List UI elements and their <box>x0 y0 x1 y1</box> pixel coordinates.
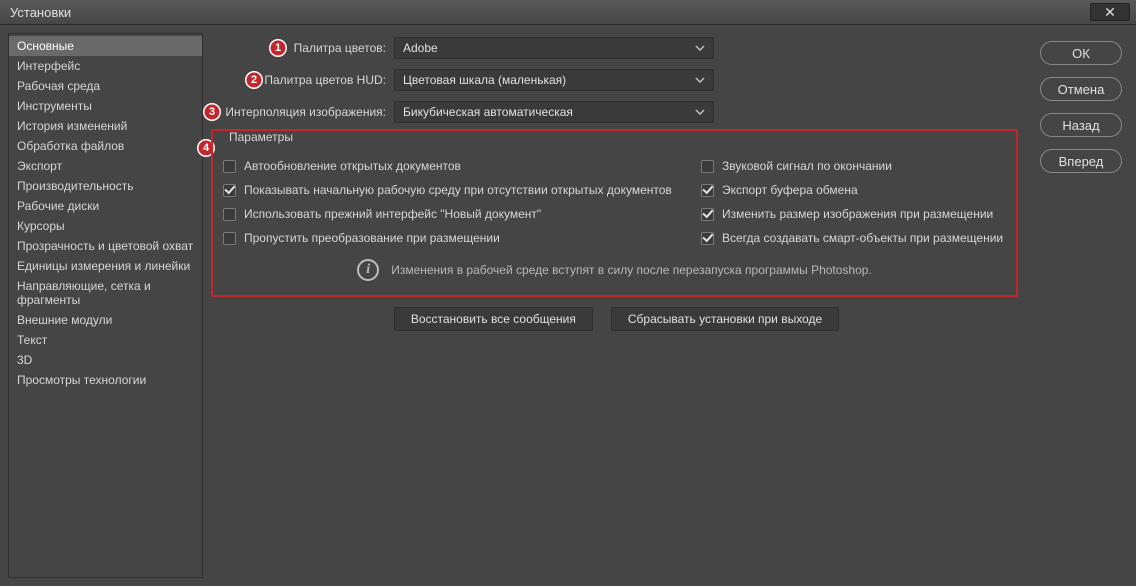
preferences-window: Установки ✕ Основные Интерфейс Рабочая с… <box>0 0 1136 586</box>
checkbox-smart-objects[interactable] <box>701 232 714 245</box>
label-resize-on-place: Изменить размер изображения при размещен… <box>722 207 993 221</box>
cancel-button[interactable]: Отмена <box>1040 77 1122 101</box>
opt-legacy-new-doc[interactable]: Использовать прежний интерфейс "Новый до… <box>223 207 701 221</box>
window-title: Установки <box>6 5 1090 20</box>
reset-on-quit-button[interactable]: Сбрасывать установки при выходе <box>611 307 839 331</box>
checkbox-show-start[interactable] <box>223 184 236 197</box>
label-beep: Звуковой сигнал по окончании <box>722 159 892 173</box>
label-show-start: Показывать начальную рабочую среду при о… <box>244 183 672 197</box>
opt-auto-update[interactable]: Автообновление открытых документов <box>223 159 701 173</box>
bottom-buttons: Восстановить все сообщения Сбрасывать ус… <box>209 307 1024 331</box>
sidebar-item-type[interactable]: Текст <box>9 330 202 350</box>
fieldset-legend: Параметры <box>225 130 297 144</box>
right-button-column: ОК Отмена Назад Вперед <box>1034 33 1128 578</box>
label-hud-color-picker: Палитра цветов HUD: <box>209 73 394 87</box>
chevron-down-icon <box>695 77 705 83</box>
dropdown-color-picker-value: Adobe <box>403 41 438 55</box>
checkbox-resize-on-place[interactable] <box>701 208 714 221</box>
opt-beep[interactable]: Звуковой сигнал по окончании <box>701 159 1006 173</box>
sidebar-item-interface[interactable]: Интерфейс <box>9 56 202 76</box>
dropdown-hud-color-picker-value: Цветовая шкала (маленькая) <box>403 73 566 87</box>
close-icon: ✕ <box>1104 5 1116 19</box>
label-color-picker: Палитра цветов: <box>209 41 394 55</box>
info-text: Изменения в рабочей среде вступят в силу… <box>391 263 872 277</box>
info-icon: i <box>357 259 379 281</box>
titlebar[interactable]: Установки ✕ <box>0 0 1136 25</box>
sidebar-item-workspace[interactable]: Рабочая среда <box>9 76 202 96</box>
opt-export-clipboard[interactable]: Экспорт буфера обмена <box>701 183 1006 197</box>
dropdown-hud-color-picker[interactable]: Цветовая шкала (маленькая) <box>394 69 714 91</box>
sidebar: Основные Интерфейс Рабочая среда Инструм… <box>8 33 203 578</box>
sidebar-item-3d[interactable]: 3D <box>9 350 202 370</box>
checkbox-col-right: Звуковой сигнал по окончании Экспорт буф… <box>701 149 1006 245</box>
checkbox-auto-update[interactable] <box>223 160 236 173</box>
sidebar-item-transparency-gamut[interactable]: Прозрачность и цветовой охват <box>9 236 202 256</box>
sidebar-item-performance[interactable]: Производительность <box>9 176 202 196</box>
row-color-picker: 1 Палитра цветов: Adobe <box>209 37 1024 59</box>
sidebar-item-units-rulers[interactable]: Единицы измерения и линейки <box>9 256 202 276</box>
checkbox-legacy-new-doc[interactable] <box>223 208 236 221</box>
annotation-marker-3: 3 <box>203 103 221 121</box>
content-area: Основные Интерфейс Рабочая среда Инструм… <box>0 25 1136 586</box>
sidebar-item-history[interactable]: История изменений <box>9 116 202 136</box>
sidebar-item-file-handling[interactable]: Обработка файлов <box>9 136 202 156</box>
ok-button[interactable]: ОК <box>1040 41 1122 65</box>
dropdown-color-picker[interactable]: Adobe <box>394 37 714 59</box>
sidebar-item-scratch-disks[interactable]: Рабочие диски <box>9 196 202 216</box>
label-legacy-new-doc: Использовать прежний интерфейс "Новый до… <box>244 207 541 221</box>
opt-resize-on-place[interactable]: Изменить размер изображения при размещен… <box>701 207 1006 221</box>
info-row: i Изменения в рабочей среде вступят в си… <box>223 259 1006 281</box>
dropdown-image-interpolation[interactable]: Бикубическая автоматическая <box>394 101 714 123</box>
opt-skip-transform[interactable]: Пропустить преобразование при размещении <box>223 231 701 245</box>
row-hud-color-picker: 2 Палитра цветов HUD: Цветовая шкала (ма… <box>209 69 1024 91</box>
chevron-down-icon <box>695 109 705 115</box>
label-export-clipboard: Экспорт буфера обмена <box>722 183 858 197</box>
reset-dialogs-button[interactable]: Восстановить все сообщения <box>394 307 593 331</box>
next-button[interactable]: Вперед <box>1040 149 1122 173</box>
sidebar-item-tech-previews[interactable]: Просмотры технологии <box>9 370 202 390</box>
chevron-down-icon <box>695 45 705 51</box>
options-fieldset: Параметры Автообновление открытых докуме… <box>211 129 1018 297</box>
annotation-marker-2: 2 <box>245 71 263 89</box>
sidebar-item-plugins[interactable]: Внешние модули <box>9 310 202 330</box>
dropdown-image-interpolation-value: Бикубическая автоматическая <box>403 105 573 119</box>
checkbox-export-clipboard[interactable] <box>701 184 714 197</box>
close-button[interactable]: ✕ <box>1090 3 1130 21</box>
prev-button[interactable]: Назад <box>1040 113 1122 137</box>
main-panel: 1 Палитра цветов: Adobe 2 Палитра цветов… <box>207 33 1030 578</box>
label-auto-update: Автообновление открытых документов <box>244 159 461 173</box>
sidebar-item-cursors[interactable]: Курсоры <box>9 216 202 236</box>
sidebar-item-tools[interactable]: Инструменты <box>9 96 202 116</box>
checkbox-columns: Автообновление открытых документов Показ… <box>223 141 1006 245</box>
annotation-marker-1: 1 <box>269 39 287 57</box>
checkbox-beep[interactable] <box>701 160 714 173</box>
label-smart-objects: Всегда создавать смарт-объекты при разме… <box>722 231 1003 245</box>
sidebar-item-guides-grid[interactable]: Направляющие, сетка и фрагменты <box>9 276 202 310</box>
label-skip-transform: Пропустить преобразование при размещении <box>244 231 500 245</box>
row-image-interpolation: 3 Интерполяция изображения: Бикубическая… <box>209 101 1024 123</box>
opt-show-start[interactable]: Показывать начальную рабочую среду при о… <box>223 183 701 197</box>
label-image-interpolation: Интерполяция изображения: <box>209 105 394 119</box>
checkbox-col-left: Автообновление открытых документов Показ… <box>223 149 701 245</box>
checkbox-skip-transform[interactable] <box>223 232 236 245</box>
sidebar-item-export[interactable]: Экспорт <box>9 156 202 176</box>
sidebar-item-general[interactable]: Основные <box>9 36 202 56</box>
opt-smart-objects[interactable]: Всегда создавать смарт-объекты при разме… <box>701 231 1006 245</box>
